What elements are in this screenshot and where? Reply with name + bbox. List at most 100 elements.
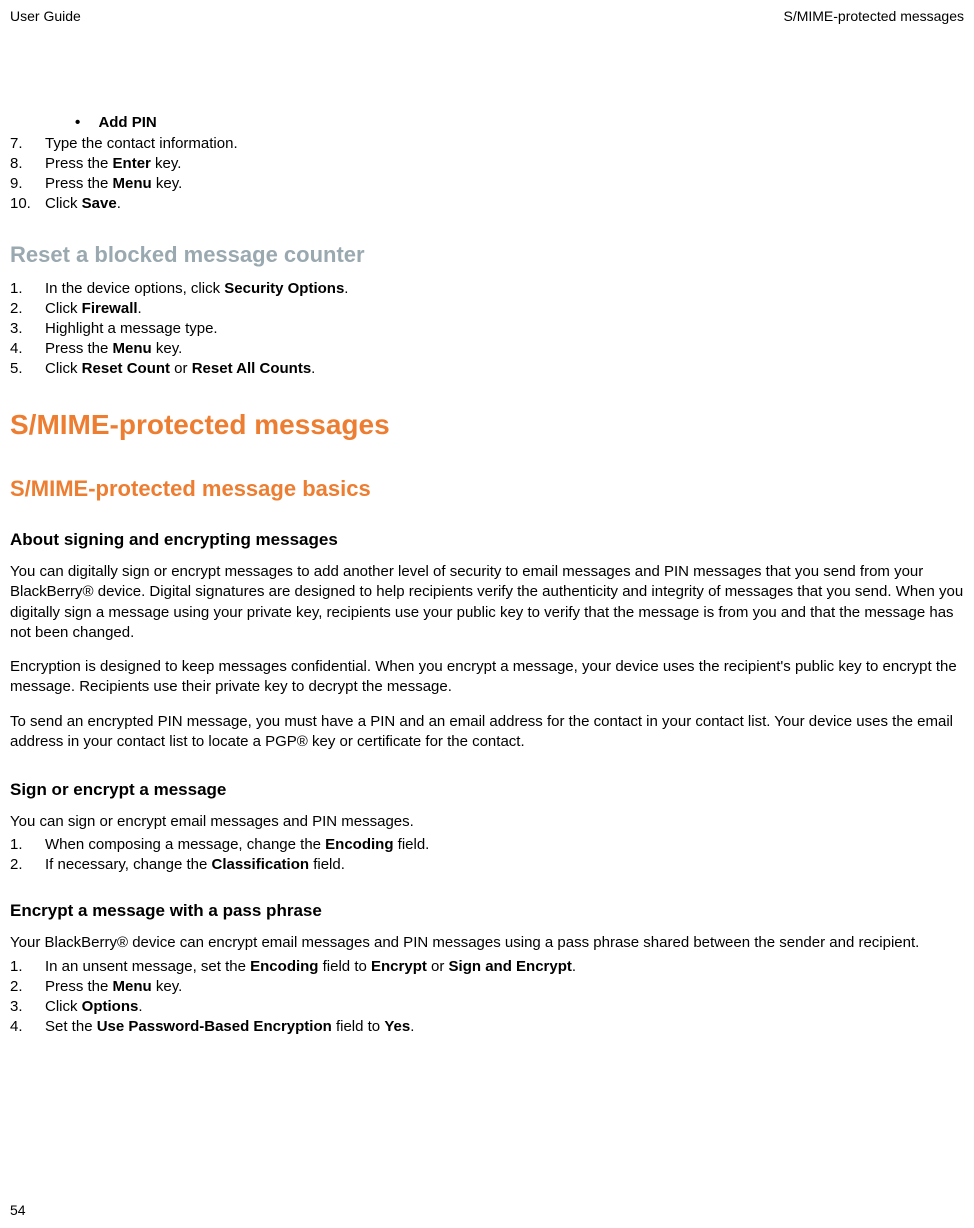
section-about-title: About signing and encrypting messages <box>10 530 964 550</box>
plain-text: field. <box>309 856 345 873</box>
plain-text: . <box>410 1018 414 1035</box>
plain-text: Click <box>45 998 82 1015</box>
step-line: 3.Highlight a message type. <box>10 320 964 337</box>
sign-intro: You can sign or encrypt email messages a… <box>10 812 964 832</box>
step-text: Press the Menu key. <box>45 175 964 192</box>
bold-term: Classification <box>212 856 310 873</box>
step-line: 8.Press the Enter key. <box>10 155 964 172</box>
step-line: 3.Click Options. <box>10 998 964 1015</box>
steps-encrypt: 1.In an unsent message, set the Encoding… <box>10 958 964 1035</box>
bold-term: Use Password-Based Encryption <box>97 1018 332 1035</box>
bold-term: Encoding <box>250 958 318 975</box>
steps-reset: 1.In the device options, click Security … <box>10 280 964 377</box>
plain-text: In an unsent message, set the <box>45 958 250 975</box>
bold-term: Menu <box>113 978 152 995</box>
bold-term: Save <box>82 195 117 212</box>
plain-text: Type the contact information. <box>45 135 238 152</box>
step-text: Click Options. <box>45 998 964 1015</box>
step-number: 2. <box>10 978 45 995</box>
step-number: 8. <box>10 155 45 172</box>
plain-text: Set the <box>45 1018 97 1035</box>
bold-term: Enter <box>113 155 151 172</box>
section-reset-title: Reset a blocked message counter <box>10 242 964 268</box>
step-number: 5. <box>10 360 45 377</box>
section-sign-title: Sign or encrypt a message <box>10 780 964 800</box>
bullet-add-pin: Add PIN <box>10 114 964 131</box>
bullet-label: Add PIN <box>98 114 156 131</box>
step-text: Press the Enter key. <box>45 155 964 172</box>
step-line: 2.If necessary, change the Classificatio… <box>10 856 964 873</box>
header-left: User Guide <box>10 8 81 24</box>
about-p1: You can digitally sign or encrypt messag… <box>10 562 964 643</box>
step-line: 7.Type the contact information. <box>10 135 964 152</box>
step-line: 4.Set the Use Password-Based Encryption … <box>10 1018 964 1035</box>
bold-term: Menu <box>113 340 152 357</box>
step-number: 10. <box>10 195 45 212</box>
step-text: When composing a message, change the Enc… <box>45 836 964 853</box>
plain-text: key. <box>152 978 183 995</box>
step-number: 4. <box>10 1018 45 1035</box>
about-p3: To send an encrypted PIN message, you mu… <box>10 712 964 753</box>
step-text: In an unsent message, set the Encoding f… <box>45 958 964 975</box>
plain-text: key. <box>152 175 183 192</box>
step-text: Click Firewall. <box>45 300 964 317</box>
plain-text: or <box>170 360 192 377</box>
step-number: 1. <box>10 280 45 297</box>
step-number: 3. <box>10 998 45 1015</box>
plain-text: Highlight a message type. <box>45 320 218 337</box>
plain-text: Click <box>45 300 82 317</box>
plain-text: key. <box>151 155 182 172</box>
plain-text: Press the <box>45 978 113 995</box>
bold-term: Security Options <box>224 280 344 297</box>
plain-text: key. <box>152 340 183 357</box>
step-text: Press the Menu key. <box>45 978 964 995</box>
step-text: In the device options, click Security Op… <box>45 280 964 297</box>
bold-term: Menu <box>113 175 152 192</box>
plain-text: . <box>138 998 142 1015</box>
header-right: S/MIME-protected messages <box>783 8 964 24</box>
plain-text: . <box>117 195 121 212</box>
page-number: 54 <box>10 1202 26 1218</box>
bold-term: Reset All Counts <box>192 360 311 377</box>
step-line: 2.Click Firewall. <box>10 300 964 317</box>
step-line: 1.When composing a message, change the E… <box>10 836 964 853</box>
step-text: Click Save. <box>45 195 964 212</box>
bold-term: Firewall <box>82 300 138 317</box>
section-basics-title: S/MIME-protected message basics <box>10 476 964 502</box>
step-line: 5.Click Reset Count or Reset All Counts. <box>10 360 964 377</box>
bold-term: Sign and Encrypt <box>449 958 572 975</box>
steps-sign: 1.When composing a message, change the E… <box>10 836 964 873</box>
step-number: 2. <box>10 856 45 873</box>
section-smime-title: S/MIME-protected messages <box>10 409 964 441</box>
bold-term: Options <box>82 998 139 1015</box>
bold-term: Encrypt <box>371 958 427 975</box>
plain-text: . <box>311 360 315 377</box>
bold-term: Reset Count <box>82 360 170 377</box>
step-number: 7. <box>10 135 45 152</box>
plain-text: If necessary, change the <box>45 856 212 873</box>
step-line: 9.Press the Menu key. <box>10 175 964 192</box>
plain-text: . <box>344 280 348 297</box>
plain-text: . <box>572 958 576 975</box>
step-text: Highlight a message type. <box>45 320 964 337</box>
step-number: 3. <box>10 320 45 337</box>
step-number: 4. <box>10 340 45 357</box>
plain-text: In the device options, click <box>45 280 224 297</box>
step-text: Press the Menu key. <box>45 340 964 357</box>
encrypt-intro: Your BlackBerry® device can encrypt emai… <box>10 933 964 953</box>
step-text: Type the contact information. <box>45 135 964 152</box>
plain-text: Press the <box>45 155 113 172</box>
plain-text: Press the <box>45 175 113 192</box>
step-text: Click Reset Count or Reset All Counts. <box>45 360 964 377</box>
step-text: Set the Use Password-Based Encryption fi… <box>45 1018 964 1035</box>
step-text: If necessary, change the Classification … <box>45 856 964 873</box>
plain-text: Press the <box>45 340 113 357</box>
plain-text: field to <box>332 1018 385 1035</box>
about-p2: Encryption is designed to keep messages … <box>10 657 964 698</box>
plain-text: Click <box>45 360 82 377</box>
plain-text: field to <box>318 958 371 975</box>
step-line: 1.In an unsent message, set the Encoding… <box>10 958 964 975</box>
plain-text: . <box>138 300 142 317</box>
step-number: 9. <box>10 175 45 192</box>
step-number: 2. <box>10 300 45 317</box>
